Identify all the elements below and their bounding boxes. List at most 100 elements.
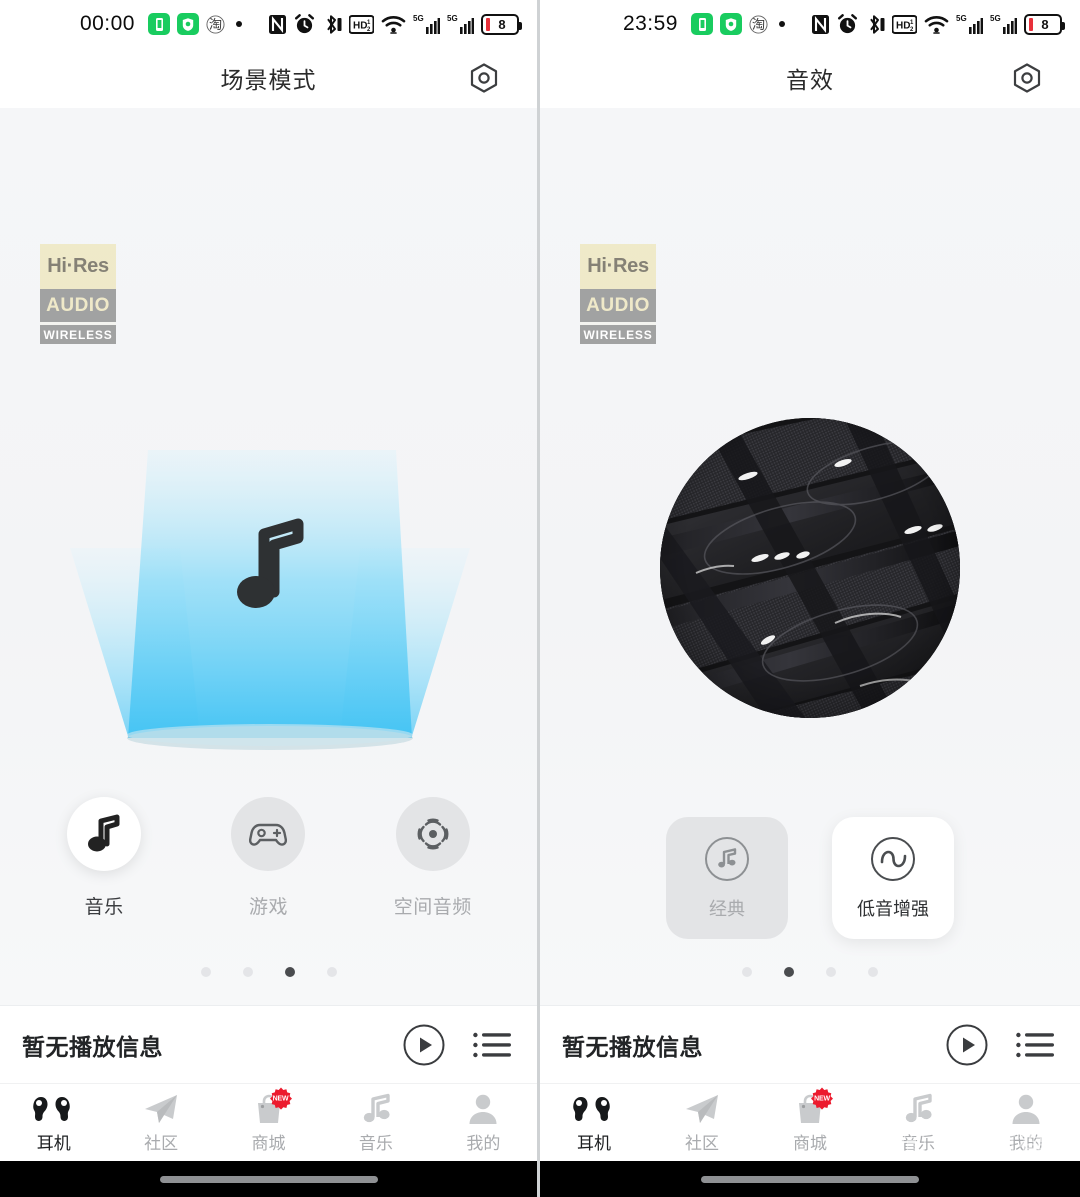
gear-hex-icon[interactable] bbox=[1010, 61, 1044, 95]
home-indicator[interactable] bbox=[159, 1175, 378, 1183]
play-circle-icon[interactable] bbox=[403, 1024, 445, 1066]
tab-label-earphone: 耳机 bbox=[577, 1134, 611, 1153]
page-dot-2[interactable] bbox=[784, 967, 794, 977]
dual-screenshot-container: 00:00 淘 HD 1 2 5G 5G 8 场景模式 Hi·Res AUDIO… bbox=[0, 0, 1080, 1197]
page-indicator-dots-right bbox=[540, 967, 1080, 977]
home-indicator-bar bbox=[0, 1161, 537, 1197]
taobao-icon: 淘 bbox=[749, 14, 768, 34]
bluetooth-icon bbox=[322, 14, 342, 35]
page-dot-3[interactable] bbox=[826, 967, 836, 977]
page-dot-3[interactable] bbox=[284, 967, 295, 977]
shield-chip-icon bbox=[720, 13, 742, 35]
hires-badge-line2: AUDIO bbox=[40, 289, 116, 322]
mode-label-music: 音乐 bbox=[84, 897, 124, 918]
tab-label-community: 社区 bbox=[685, 1134, 719, 1153]
mode-item-game[interactable]: 游戏 bbox=[193, 797, 343, 919]
battery-level-text: 8 bbox=[498, 16, 506, 32]
tab-store[interactable]: NEW 商城 bbox=[756, 1087, 864, 1154]
page-dot-4[interactable] bbox=[326, 967, 337, 977]
signal-5g-2-icon: 5G bbox=[990, 13, 1017, 35]
home-indicator-bar-right bbox=[540, 1161, 1080, 1197]
tab-label-earphone: 耳机 bbox=[36, 1134, 71, 1153]
speaker-grille-illustration bbox=[660, 418, 960, 718]
playlist-icon[interactable] bbox=[473, 1030, 511, 1060]
hires-audio-wireless-badge: Hi·Res AUDIO WIRELESS bbox=[40, 244, 116, 344]
mode-item-music[interactable]: 音乐 bbox=[29, 797, 179, 919]
tab-label-mine: 我的 bbox=[1009, 1134, 1043, 1153]
tab-mine[interactable]: 我的 bbox=[430, 1092, 537, 1154]
effect-card-bass-boost[interactable]: 低音增强 bbox=[832, 817, 954, 939]
page-title: 场景模式 bbox=[220, 67, 317, 93]
svg-text:5G: 5G bbox=[413, 14, 424, 23]
paper-plane-icon bbox=[684, 1092, 720, 1126]
tab-earphone[interactable]: 耳机 bbox=[540, 1092, 648, 1154]
wifi-icon bbox=[924, 14, 949, 34]
mini-player-bar: 暂无播放信息 bbox=[0, 1005, 537, 1083]
sine-wave-circle-icon bbox=[870, 836, 916, 882]
tab-community[interactable]: 社区 bbox=[107, 1092, 214, 1154]
tab-music[interactable]: 音乐 bbox=[322, 1092, 429, 1154]
wifi-icon bbox=[381, 14, 406, 34]
shield-chip-icon bbox=[177, 13, 199, 35]
page-dot-4[interactable] bbox=[868, 967, 878, 977]
page-indicator-dots bbox=[0, 967, 537, 977]
status-time-right: 23:59 bbox=[622, 12, 678, 35]
hires-badge-line2: AUDIO bbox=[580, 289, 656, 322]
player-title-right: 暂无播放信息 bbox=[562, 1033, 703, 1060]
new-badge-text: NEW bbox=[272, 1095, 289, 1103]
hires-badge-line3: WIRELESS bbox=[580, 322, 656, 344]
tab-label-store: 商城 bbox=[251, 1134, 286, 1153]
paper-plane-icon bbox=[143, 1092, 179, 1126]
player-title: 暂无播放信息 bbox=[22, 1033, 163, 1060]
battery-saver-chip-icon bbox=[691, 13, 713, 35]
mode-label-game: 游戏 bbox=[248, 897, 288, 918]
mode-item-spatial-audio[interactable]: 空间音频 bbox=[358, 797, 508, 919]
hires-badge-line1: Hi·Res bbox=[40, 244, 116, 296]
play-circle-icon[interactable] bbox=[946, 1024, 988, 1066]
nfc-icon bbox=[268, 14, 287, 35]
page-dot-2[interactable] bbox=[242, 967, 253, 977]
signal-5g-2-icon: 5G bbox=[447, 13, 474, 35]
battery-status-icon: 8 bbox=[1024, 13, 1065, 35]
signal-5g-icon: 5G bbox=[413, 13, 440, 35]
hd-voice-icon: HD 1 2 bbox=[892, 14, 917, 34]
spatial-audio-icon bbox=[417, 818, 449, 850]
tab-label-music: 音乐 bbox=[358, 1134, 393, 1153]
page-title-right: 音效 bbox=[786, 67, 834, 93]
hires-audio-wireless-badge: Hi·Res AUDIO WIRELESS bbox=[580, 244, 656, 344]
tab-label-community: 社区 bbox=[144, 1134, 179, 1153]
earbuds-icon bbox=[572, 1092, 616, 1126]
bottom-tab-bar-right: 耳机 社区 NEW 商城 音乐 我的 bbox=[540, 1083, 1080, 1161]
battery-status-icon: 8 bbox=[481, 13, 522, 35]
tab-mine[interactable]: 我的 bbox=[972, 1092, 1080, 1154]
home-indicator[interactable] bbox=[701, 1175, 919, 1183]
bluetooth-icon bbox=[865, 14, 885, 35]
sound-effect-list: 经典 低音增强 bbox=[540, 817, 1080, 939]
effect-label-classic: 经典 bbox=[709, 898, 745, 919]
tab-earphone[interactable]: 耳机 bbox=[0, 1092, 107, 1154]
svg-text:5G: 5G bbox=[956, 14, 967, 23]
mode-circle-music bbox=[67, 797, 142, 871]
tab-community[interactable]: 社区 bbox=[648, 1092, 756, 1154]
hd-voice-icon: HD 1 2 bbox=[349, 14, 374, 34]
shopping-bag-icon: NEW bbox=[253, 1087, 292, 1126]
dot-icon bbox=[236, 21, 242, 27]
page-dot-1[interactable] bbox=[742, 967, 752, 977]
playlist-icon[interactable] bbox=[1016, 1030, 1054, 1060]
title-bar: 场景模式 bbox=[0, 48, 537, 108]
mini-player-bar-right: 暂无播放信息 bbox=[540, 1005, 1080, 1083]
tab-store[interactable]: NEW 商城 bbox=[215, 1087, 322, 1154]
tab-label-store: 商城 bbox=[793, 1134, 827, 1153]
gear-hex-icon[interactable] bbox=[467, 61, 501, 95]
tab-music[interactable]: 音乐 bbox=[864, 1092, 972, 1154]
bottom-tab-bar: 耳机 社区 NEW 商城 音乐 我的 bbox=[0, 1083, 537, 1161]
battery-saver-chip-icon bbox=[148, 13, 170, 35]
page-dot-1[interactable] bbox=[200, 967, 211, 977]
hires-badge-line3: WIRELESS bbox=[40, 322, 116, 344]
person-icon bbox=[468, 1092, 498, 1126]
status-bar-right: 23:59 淘 HD 1 2 5G 5G 8 bbox=[540, 0, 1080, 48]
effect-label-bass-boost: 低音增强 bbox=[857, 898, 929, 919]
svg-text:1: 1 bbox=[367, 20, 371, 26]
effect-card-classic[interactable]: 经典 bbox=[666, 817, 788, 939]
status-bar: 00:00 淘 HD 1 2 5G 5G 8 bbox=[0, 0, 537, 48]
